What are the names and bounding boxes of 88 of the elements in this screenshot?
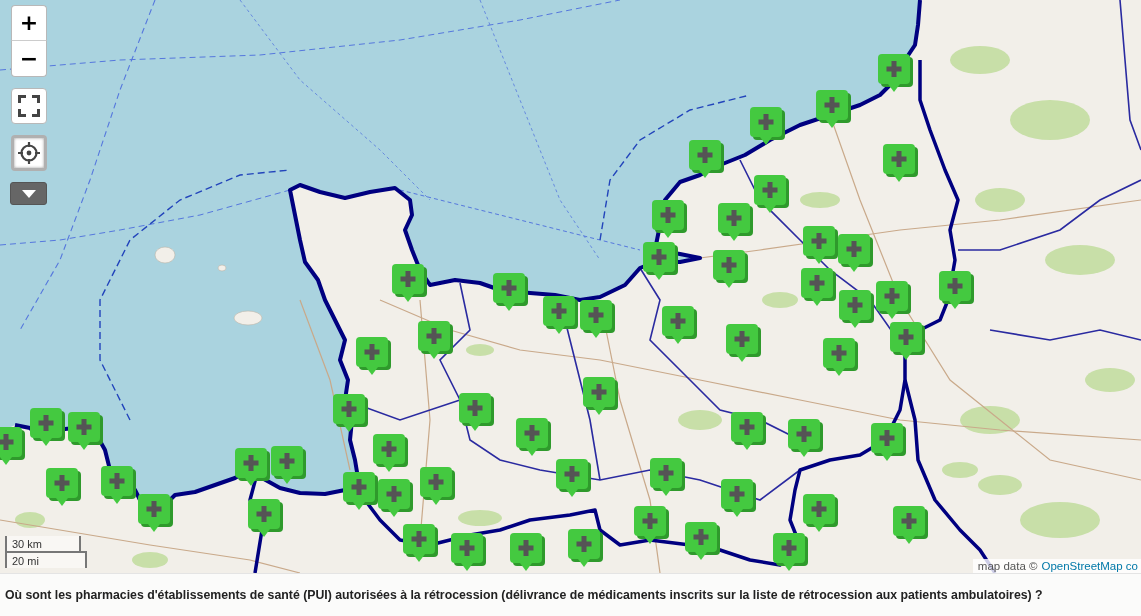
pharmacy-marker-icon[interactable] (871, 423, 906, 462)
woodland-patch (466, 344, 494, 356)
pharmacy-marker-icon[interactable] (718, 203, 753, 242)
pharmacy-marker-icon[interactable] (46, 468, 81, 507)
pharmacy-marker-icon[interactable] (403, 524, 438, 563)
pharmacy-marker-icon[interactable] (580, 300, 615, 339)
pharmacy-marker-icon[interactable] (373, 434, 408, 473)
pharmacy-marker-icon[interactable] (876, 281, 911, 320)
pharmacy-marker-icon[interactable] (420, 467, 455, 506)
pharmacy-marker-icon[interactable] (816, 90, 851, 129)
pharmacy-marker-icon[interactable] (392, 264, 427, 303)
pharmacy-marker-icon[interactable] (650, 458, 685, 497)
pharmacy-marker-icon[interactable] (356, 337, 391, 376)
woodland-patch (678, 410, 722, 430)
pharmacy-marker-icon[interactable] (643, 242, 678, 281)
pharmacy-marker-icon[interactable] (750, 107, 785, 146)
zoom-out-button[interactable]: − (11, 41, 47, 77)
pharmacy-marker-icon[interactable] (773, 533, 808, 572)
pharmacy-marker-icon[interactable] (30, 408, 65, 447)
pharmacy-marker-icon[interactable] (883, 144, 918, 183)
pharmacy-marker-icon[interactable] (138, 494, 173, 533)
pharmacy-marker-icon[interactable] (418, 321, 453, 360)
woodland-patch (960, 406, 1020, 434)
pharmacy-marker-icon[interactable] (890, 322, 925, 361)
pharmacy-marker-icon[interactable] (235, 448, 270, 487)
dropdown-button[interactable] (10, 182, 47, 205)
pharmacy-marker-icon[interactable] (685, 522, 720, 561)
pharmacy-marker-icon[interactable] (662, 306, 697, 345)
pharmacy-marker-icon[interactable] (556, 459, 591, 498)
woodland-patch (132, 552, 168, 568)
pharmacy-marker-icon[interactable] (838, 234, 873, 273)
attribution-text: map data © (977, 560, 1038, 572)
pharmacy-marker-icon[interactable] (878, 54, 913, 93)
pharmacy-marker-icon[interactable] (823, 338, 858, 377)
pharmacy-marker-icon[interactable] (543, 296, 578, 335)
pharmacy-marker-icon[interactable] (788, 419, 823, 458)
woodland-patch (950, 46, 1010, 74)
fullscreen-icon (18, 95, 40, 117)
pharmacy-marker-icon[interactable] (333, 394, 368, 433)
pharmacy-marker-icon[interactable] (754, 175, 789, 214)
woodland-patch (762, 292, 798, 308)
woodland-patch (975, 188, 1025, 212)
pharmacy-marker-icon[interactable] (343, 472, 378, 511)
locate-button[interactable] (11, 135, 47, 171)
pharmacy-marker-icon[interactable] (721, 479, 756, 518)
woodland-patch (1045, 245, 1115, 275)
pharmacy-marker-icon[interactable] (801, 268, 836, 307)
pharmacy-marker-icon[interactable] (451, 533, 486, 572)
pharmacy-marker-icon[interactable] (0, 427, 25, 466)
pharmacy-marker-icon[interactable] (839, 290, 874, 329)
pharmacy-marker-icon[interactable] (583, 377, 618, 416)
island (217, 264, 227, 272)
island (154, 246, 176, 264)
woodland-patch (458, 510, 502, 526)
scale-bar: 20 mi (5, 550, 87, 568)
pharmacy-marker-icon[interactable] (726, 324, 761, 363)
pharmacy-marker-icon[interactable] (803, 226, 838, 265)
pharmacy-marker-icon[interactable] (652, 200, 687, 239)
pharmacy-marker-icon[interactable] (634, 506, 669, 545)
pharmacy-marker-icon[interactable] (271, 446, 306, 485)
pharmacy-marker-icon[interactable] (893, 506, 928, 545)
pharmacy-marker-icon[interactable] (68, 412, 103, 451)
zoom-in-button[interactable]: + (11, 5, 47, 41)
pharmacy-marker-icon[interactable] (689, 140, 724, 179)
pharmacy-marker-icon[interactable] (101, 466, 136, 505)
pharmacy-marker-icon[interactable] (568, 529, 603, 568)
pharmacy-marker-icon[interactable] (713, 250, 748, 289)
woodland-patch (15, 512, 45, 528)
caption-text: Où sont les pharmacies d'établissements de santé (PUI) autorisées à la rétrocession (délivrance de médicaments inscrits sur la liste de rétrocession aux patients ambulatoires) ? (5, 588, 1043, 602)
attribution-link[interactable]: OpenStreetMap co (1041, 560, 1138, 572)
fullscreen-button[interactable] (11, 88, 47, 124)
pharmacy-marker-icon[interactable] (493, 273, 528, 312)
woodland-patch (942, 462, 978, 478)
crosshair-icon (18, 142, 40, 164)
woodland-patch (1085, 368, 1135, 392)
pharmacy-marker-icon[interactable] (510, 533, 545, 572)
pharmacy-marker-icon[interactable] (516, 418, 551, 457)
pharmacy-marker-icon[interactable] (939, 271, 974, 310)
caret-icon (21, 189, 36, 198)
pharmacy-marker-icon[interactable] (378, 479, 413, 518)
woodland-patch (978, 475, 1022, 495)
scale-bar: 30 km (5, 535, 81, 553)
pharmacy-marker-icon[interactable] (248, 499, 283, 538)
woodland-patch (800, 192, 840, 208)
pharmacy-marker-icon[interactable] (803, 494, 838, 533)
pharmacy-marker-icon[interactable] (731, 412, 766, 451)
pharmacy-marker-icon[interactable] (459, 393, 494, 432)
island (233, 310, 263, 326)
